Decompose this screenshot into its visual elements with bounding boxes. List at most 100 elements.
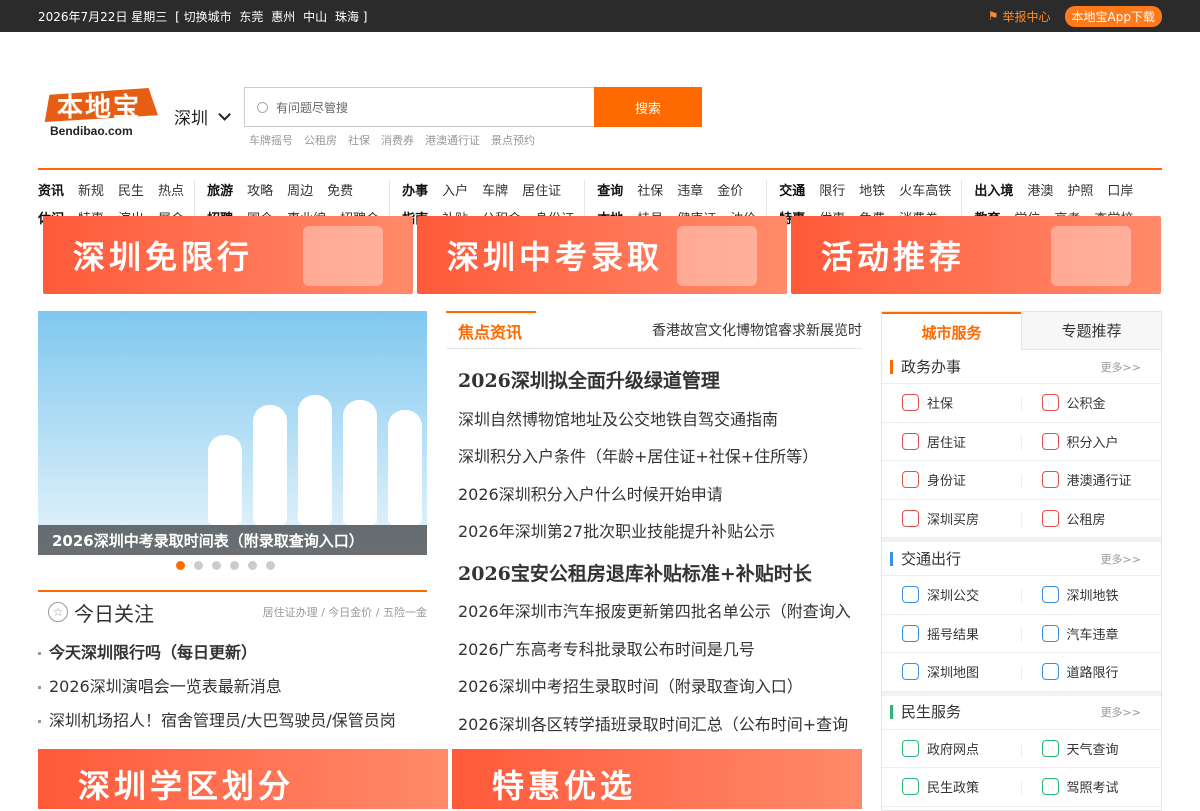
nav-category[interactable]: 资讯	[38, 180, 64, 199]
nav-link[interactable]: 周边	[287, 180, 313, 199]
today-item[interactable]: 今天深圳限行吗（每日更新）	[38, 636, 427, 670]
nav-category[interactable]: 办事	[402, 180, 428, 199]
city-link-zhuhai[interactable]: 珠海 ]	[335, 10, 368, 24]
app-download-button[interactable]: 本地宝App下载	[1064, 5, 1162, 27]
nav-link[interactable]: 攻略	[247, 180, 273, 199]
hot-keyword[interactable]: 社保	[348, 132, 370, 148]
service-item[interactable]: 公积金	[1021, 384, 1161, 423]
more-link[interactable]: 更多>>	[1101, 359, 1141, 375]
slider-dot[interactable]	[194, 561, 203, 570]
today-title: 今日关注	[74, 601, 154, 626]
news-item[interactable]: 深圳自然博物馆地址及公交地铁自驾交通指南	[446, 401, 862, 439]
today-links[interactable]: 居住证办理 / 今日金价 / 五险一金	[263, 604, 427, 620]
tab-city-services[interactable]: 城市服务	[882, 312, 1021, 350]
report-link[interactable]: ⚑ 举报中心	[988, 8, 1051, 25]
nav-link[interactable]: 社保	[637, 180, 663, 199]
service-item[interactable]: 港澳通行证	[1021, 461, 1161, 500]
nav-category[interactable]: 交通	[779, 180, 805, 199]
service-item[interactable]: 居住证	[882, 423, 1022, 461]
nav-link[interactable]: 违章	[677, 180, 703, 199]
service-item[interactable]: 深圳地铁	[1021, 576, 1161, 615]
service-item[interactable]: 深圳买房	[882, 500, 1022, 538]
banner-school-district[interactable]: 深圳学区划分	[38, 749, 448, 809]
nav-link[interactable]: 地铁	[859, 180, 885, 199]
service-item[interactable]: 公租房	[1021, 500, 1161, 538]
more-link[interactable]: 更多>>	[1101, 704, 1141, 720]
slider-caption[interactable]: 2026深圳中考录取时间表（附录取查询入口）	[38, 525, 427, 555]
today-item[interactable]: 深圳机场招人！宿舍管理员/大巴驾驶员/保管员岗	[38, 704, 427, 738]
search-input[interactable]: 有问题尽管搜	[244, 87, 594, 127]
marquee-text[interactable]: 香港故宫文化博物馆睿求新展览时	[652, 320, 862, 340]
search-button[interactable]: 搜索	[594, 87, 702, 127]
banner-free-restriction[interactable]: 深圳免限行	[43, 216, 413, 294]
service-item[interactable]: 民生政策	[882, 768, 1022, 807]
tab-topics[interactable]: 专题推荐	[1021, 312, 1161, 350]
news-item[interactable]: 深圳积分入户条件（年龄+居住证+社保+住所等）	[446, 438, 862, 476]
tab-focus-news[interactable]: 焦点资讯	[446, 310, 536, 349]
service-item[interactable]: 天气查询	[1021, 730, 1161, 768]
news-item[interactable]: 2026年深圳第27批次职业技能提升补贴公示	[446, 513, 862, 551]
nav-link[interactable]: 护照	[1067, 180, 1093, 199]
service-item[interactable]: 道路限行	[1021, 653, 1161, 692]
service-item[interactable]: 深圳公交	[882, 576, 1022, 615]
more-link[interactable]: 更多>>	[1101, 551, 1141, 567]
banner-special-offers[interactable]: 特惠优选	[452, 749, 862, 809]
banner-zhongkao[interactable]: 深圳中考录取	[417, 216, 787, 294]
hot-keyword[interactable]: 港澳通行证	[425, 132, 480, 148]
hot-keyword[interactable]: 车牌摇号	[249, 132, 293, 148]
kid-figure	[253, 405, 287, 525]
nav-row: 出入境 港澳 护照 口岸	[974, 180, 1133, 199]
nav-link[interactable]: 新规	[78, 180, 104, 199]
city-link-huizhou[interactable]: 惠州	[271, 10, 295, 24]
news-item[interactable]: 2026深圳拟全面升级绿道管理	[446, 363, 862, 401]
service-item[interactable]: 摇号结果	[882, 615, 1022, 653]
nav-link[interactable]: 免费	[327, 180, 353, 199]
nav-link[interactable]: 金价	[717, 180, 743, 199]
slider-dot[interactable]	[266, 561, 275, 570]
nav-category[interactable]: 查询	[597, 180, 623, 199]
service-item[interactable]: 积分入户	[1021, 423, 1161, 461]
nav-link[interactable]: 限行	[819, 180, 845, 199]
city-link-dongguan[interactable]: 东莞	[239, 10, 263, 24]
city-link-zhongshan[interactable]: 中山	[303, 10, 327, 24]
nav-link[interactable]: 居住证	[522, 180, 561, 199]
slider-dot[interactable]	[212, 561, 221, 570]
nav-link[interactable]: 热点	[158, 180, 184, 199]
service-item[interactable]: 深圳地图	[882, 653, 1022, 692]
nav-link[interactable]: 车牌	[482, 180, 508, 199]
slider-dot[interactable]	[248, 561, 257, 570]
nav-link[interactable]: 民生	[118, 180, 144, 199]
site-logo[interactable]: 本地宝 Bendibao.com	[38, 88, 158, 140]
news-item[interactable]: 2026广东高考专科批录取公布时间是几号	[446, 631, 862, 669]
service-item[interactable]: 政府网点	[882, 730, 1022, 768]
service-item[interactable]: 身份证	[882, 461, 1022, 500]
service-label: 公租房	[1066, 512, 1106, 528]
focus-news: 焦点资讯 香港故宫文化博物馆睿求新展览时 2026深圳拟全面升级绿道管理 深圳自然…	[446, 310, 862, 744]
news-item[interactable]: 2026年深圳市汽车报废更新第四批名单公示（附查询入	[446, 593, 862, 631]
image-slider[interactable]: 2026深圳中考录取时间表（附录取查询入口）	[38, 311, 427, 555]
hot-keyword[interactable]: 消费券	[381, 132, 414, 148]
nav-link[interactable]: 入户	[442, 180, 468, 199]
news-item[interactable]: 2026深圳中考招生录取时间（附录取查询入口）	[446, 668, 862, 706]
news-item[interactable]: 2026深圳积分入户什么时候开始申请	[446, 476, 862, 514]
service-item[interactable]: 驾照考试	[1021, 768, 1161, 807]
service-item[interactable]: 汽车违章	[1021, 615, 1161, 653]
nav-link[interactable]: 港澳	[1027, 180, 1053, 199]
city-selector[interactable]: 深圳	[174, 104, 231, 129]
nav-row: 办事 入户 车牌 居住证	[402, 180, 574, 199]
today-item[interactable]: 2026深圳演唱会一览表最新消息	[38, 670, 427, 704]
nav-link[interactable]: 口岸	[1107, 180, 1133, 199]
slider-dot[interactable]	[230, 561, 239, 570]
nav-row: 查询 社保 违章 金价	[597, 180, 756, 199]
hot-keyword[interactable]: 公租房	[304, 132, 337, 148]
switch-city-label[interactable]: [ 切换城市	[175, 10, 232, 24]
slider-dot[interactable]	[176, 561, 185, 570]
banner-activity[interactable]: 活动推荐	[791, 216, 1161, 294]
hot-keyword[interactable]: 景点预约	[491, 132, 535, 148]
nav-link[interactable]: 火车高铁	[899, 180, 951, 199]
nav-category[interactable]: 旅游	[207, 180, 233, 199]
service-item[interactable]: 社保	[882, 384, 1022, 423]
news-item[interactable]: 2026宝安公租房退库补贴标准+补贴时长	[446, 556, 862, 594]
nav-category[interactable]: 出入境	[974, 180, 1013, 199]
news-item[interactable]: 2026深圳各区转学插班录取时间汇总（公布时间+查询	[446, 706, 862, 744]
